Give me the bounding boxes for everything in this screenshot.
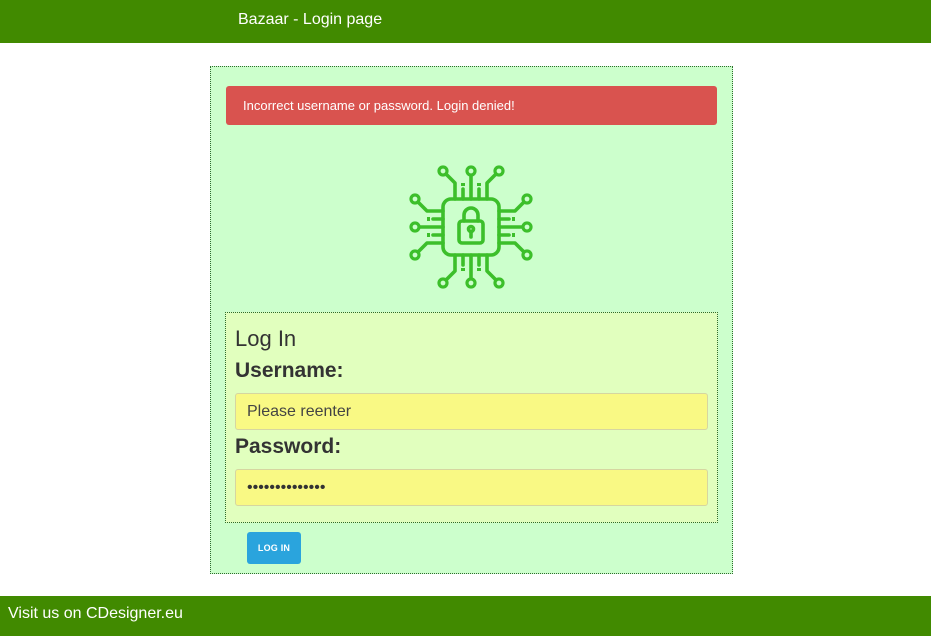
password-input[interactable] xyxy=(235,469,708,506)
password-label: Password: xyxy=(235,435,342,458)
username-label: Username: xyxy=(235,359,344,382)
circuit-lock-icon xyxy=(409,165,533,289)
footer-bar: Visit us on CDesigner.eu xyxy=(0,596,931,636)
login-panel: Incorrect username or password. Login de… xyxy=(210,66,733,574)
page-title: Bazaar - Login page xyxy=(238,11,383,28)
login-form: Log In Username: Password: xyxy=(225,312,718,523)
form-heading: Log In xyxy=(235,326,297,351)
footer-link[interactable]: Visit us on CDesigner.eu xyxy=(8,604,183,624)
top-header-bar: Bazaar - Login page xyxy=(0,0,931,43)
login-button[interactable]: LOG IN xyxy=(247,532,301,564)
username-input[interactable] xyxy=(235,393,708,430)
error-alert: Incorrect username or password. Login de… xyxy=(226,86,717,125)
